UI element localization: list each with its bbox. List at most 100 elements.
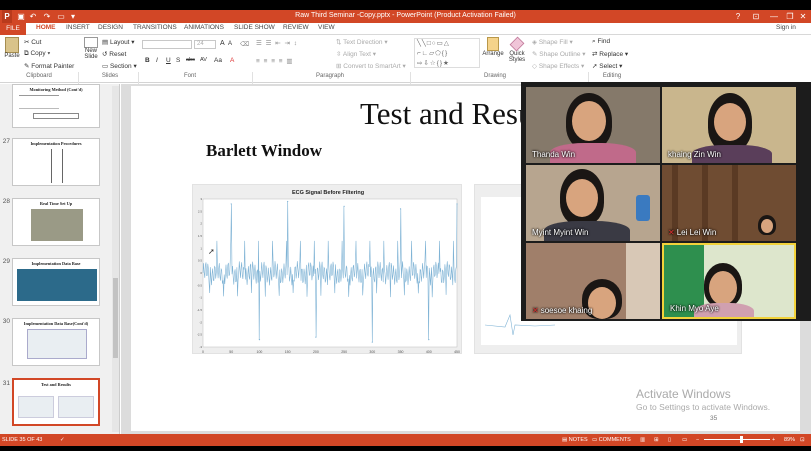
- slide-thumbnail[interactable]: Implementation Data Base: [12, 258, 100, 306]
- customize-qat-icon[interactable]: ▾: [68, 10, 78, 23]
- cut-button[interactable]: ✂ Cut: [24, 38, 41, 46]
- help-button[interactable]: ?: [729, 10, 747, 23]
- participant-tile-active-speaker[interactable]: Khin Myo Aye: [662, 243, 796, 319]
- participant-tile[interactable]: khaing Zin Win: [662, 87, 796, 163]
- scrollbar-thumb[interactable]: [113, 278, 118, 358]
- list-buttons-icon[interactable]: ☰ ☰ ⇤ ⇥ ↕: [256, 39, 298, 47]
- italic-button[interactable]: I: [156, 57, 158, 64]
- new-slide-button[interactable]: New Slide: [81, 37, 101, 60]
- slide-thumbnail[interactable]: Implementation Procedures: [12, 138, 100, 186]
- x-tick-label: 300: [369, 350, 375, 354]
- scissors-icon: ✂: [24, 39, 30, 46]
- plot-area: [202, 198, 458, 348]
- strikethrough-button[interactable]: abc: [186, 57, 195, 63]
- redo-icon[interactable]: ↷: [42, 10, 52, 23]
- font-color-icon[interactable]: A: [230, 57, 234, 64]
- slide-thumbnail[interactable]: Implementation Data Base(Cont'd): [12, 318, 100, 366]
- shape-fill-label: Shape Fill: [538, 39, 568, 46]
- font-size-combobox[interactable]: 24: [194, 40, 216, 49]
- ecg-chart-before-filtering[interactable]: ECG Signal Before Filtering 0 50 100 150 200 2…: [192, 184, 462, 354]
- slide-sorter-icon[interactable]: ⊞: [654, 437, 659, 443]
- notes-button[interactable]: ▤ NOTES: [562, 437, 588, 443]
- zoom-out-button[interactable]: −: [696, 437, 699, 443]
- comments-button[interactable]: ▭ COMMENTS: [592, 437, 631, 443]
- grow-font-button[interactable]: A: [220, 40, 225, 47]
- ribbon-display-icon[interactable]: ⊡: [747, 10, 765, 23]
- participant-face: [572, 101, 606, 141]
- alignment-buttons-icon[interactable]: ≡ ≡ ≡ ≡ ▥: [256, 57, 294, 65]
- character-spacing-button[interactable]: AV: [200, 57, 207, 63]
- replace-button[interactable]: ⇄ Replace ▾: [592, 50, 628, 58]
- fit-slide-icon[interactable]: ⊡: [800, 437, 805, 443]
- participant-tile[interactable]: Thanda Win: [526, 87, 660, 163]
- notes-label: NOTES: [568, 437, 588, 443]
- zoom-slider-track[interactable]: [704, 439, 770, 440]
- save-icon[interactable]: ▣: [16, 10, 26, 23]
- shapes-gallery[interactable]: ╲╲□○▭△ ⌐∟▱⬠{} ⇨⇩☆{}★: [414, 38, 480, 68]
- tab-view[interactable]: VIEW: [318, 24, 335, 31]
- tab-insert[interactable]: INSERT: [66, 24, 90, 31]
- participant-tile[interactable]: ✕ soesoe khaing: [526, 243, 660, 319]
- quick-styles-button[interactable]: Quick Styles: [506, 36, 528, 63]
- underline-button[interactable]: U: [166, 57, 171, 64]
- tab-transitions[interactable]: TRANSITIONS: [133, 24, 177, 31]
- change-case-button[interactable]: Aa: [214, 57, 222, 64]
- zoom-in-button[interactable]: +: [772, 437, 775, 443]
- thumbnail-scrollbar[interactable]: [112, 86, 119, 432]
- format-painter-button[interactable]: ✎ Format Painter: [24, 62, 74, 70]
- participant-face: [566, 179, 598, 217]
- zoom-slider-thumb[interactable]: [740, 436, 743, 443]
- shape-fill-button[interactable]: ◈ Shape Fill ▾: [532, 38, 573, 46]
- layout-button[interactable]: ▤ Layout ▾: [102, 38, 135, 46]
- spelling-icon[interactable]: ✓: [60, 437, 65, 443]
- sign-in-link[interactable]: Sign in: [776, 24, 796, 31]
- y-tick-label: -1.5: [197, 308, 203, 312]
- window-top-frame: [0, 0, 811, 10]
- x-tick-label: 50: [229, 350, 233, 354]
- thumbnail-title: Implementation Procedures: [30, 141, 82, 146]
- shadow-button[interactable]: S: [176, 57, 180, 64]
- title-bar: Raw Third Seminar -Copy.pptx - PowerPoin…: [0, 10, 811, 23]
- font-name-combobox[interactable]: [142, 40, 192, 49]
- tab-file[interactable]: FILE: [0, 23, 26, 35]
- tab-design[interactable]: DESIGN: [98, 24, 123, 31]
- normal-view-icon[interactable]: ▥: [640, 437, 645, 443]
- thumbnail-content: [19, 95, 59, 109]
- tab-animations[interactable]: ANIMATIONS: [184, 24, 224, 31]
- tab-home[interactable]: HOME: [36, 24, 56, 31]
- status-bar: SLIDE 35 OF 43 ✓ ▤ NOTES ▭ COMMENTS ▥ ⊞ …: [0, 434, 811, 446]
- window-bottom-frame: [0, 446, 811, 451]
- tab-review[interactable]: REVIEW: [283, 24, 309, 31]
- bold-button[interactable]: B: [145, 57, 150, 64]
- arrange-button[interactable]: Arrange: [482, 37, 504, 57]
- align-text-icon: ⇳: [336, 51, 342, 58]
- slide-subtitle[interactable]: Barlett Window: [206, 141, 322, 161]
- find-button[interactable]: ⌕ Find: [592, 38, 610, 46]
- tab-slide-show[interactable]: SLIDE SHOW: [234, 24, 275, 31]
- shape-outline-button[interactable]: ✎ Shape Outline ▾: [532, 50, 586, 58]
- y-tick-label: -2: [199, 320, 202, 324]
- start-slideshow-icon[interactable]: ▭: [56, 10, 66, 23]
- close-button[interactable]: ✕: [795, 10, 811, 23]
- paste-button[interactable]: Paste: [2, 37, 22, 59]
- section-button[interactable]: ▭ Section ▾: [102, 62, 137, 70]
- select-button[interactable]: ➚ Select ▾: [592, 62, 622, 70]
- reading-view-icon[interactable]: ▯: [668, 437, 671, 443]
- slide-thumbnail-selected[interactable]: Test and Results: [12, 378, 100, 426]
- shrink-font-button[interactable]: A: [228, 41, 232, 47]
- participant-tile[interactable]: Myint Myint Win: [526, 165, 660, 241]
- slideshow-view-icon[interactable]: ▭: [682, 437, 687, 443]
- align-text-button[interactable]: ⇳ Align Text ▾: [336, 50, 376, 58]
- slide-thumbnail[interactable]: Monitoring Method (Cont'd): [12, 84, 100, 128]
- undo-icon[interactable]: ↶: [28, 10, 38, 23]
- slide-thumbnail[interactable]: Real Time Set Up: [12, 198, 100, 246]
- water-bottle: [636, 195, 650, 221]
- zoom-level[interactable]: 89%: [784, 437, 795, 443]
- shape-effects-button[interactable]: ◇ Shape Effects ▾: [532, 62, 584, 70]
- clear-formatting-icon[interactable]: ⌫: [240, 40, 249, 48]
- convert-smartart-button[interactable]: ⊞ Convert to SmartArt ▾: [336, 62, 406, 70]
- participant-tile[interactable]: ✕ Lei Lei Win: [662, 165, 796, 241]
- reset-button[interactable]: ↺ Reset: [102, 50, 126, 58]
- copy-button[interactable]: ⧉ Copy ▾: [24, 50, 50, 58]
- text-direction-button[interactable]: ⇅ Text Direction ▾: [336, 38, 388, 46]
